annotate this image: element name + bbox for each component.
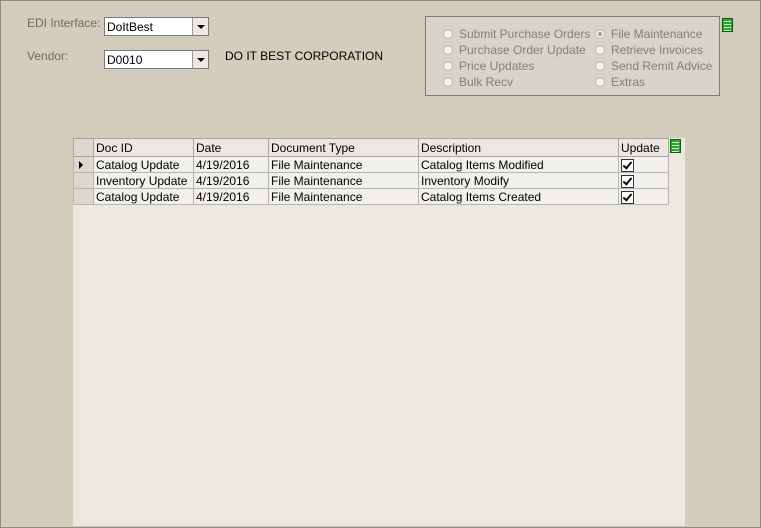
table-row[interactable]: Inventory Update 4/19/2016 File Maintena… (73, 172, 669, 189)
column-header-date[interactable]: Date (193, 138, 269, 157)
cell-doc-id[interactable]: Catalog Update (93, 156, 194, 173)
radio-retrieve-invoices[interactable]: Retrieve Invoices (595, 42, 703, 58)
radio-submit-purchase-orders[interactable]: Submit Purchase Orders (443, 26, 590, 42)
table-row[interactable]: Catalog Update 4/19/2016 File Maintenanc… (73, 156, 669, 173)
cell-description[interactable]: Inventory Modify (418, 172, 619, 189)
column-header-update[interactable]: Update (618, 138, 669, 157)
current-row-arrow-icon (79, 160, 83, 169)
vendor-label: Vendor: (27, 49, 69, 63)
vendor-value: D0010 (107, 53, 143, 67)
cell-document-type[interactable]: File Maintenance (268, 188, 419, 205)
row-selector-header (73, 138, 94, 157)
edi-interface-label: EDI Interface: (27, 16, 101, 30)
radio-indicator (443, 61, 453, 71)
vendor-dropdown[interactable]: D0010 (104, 50, 209, 69)
radio-bulk-recv[interactable]: Bulk Recv (443, 74, 513, 90)
radio-price-updates[interactable]: Price Updates (443, 58, 534, 74)
operation-options-panel: Submit Purchase Orders Purchase Order Up… (425, 16, 720, 96)
cell-update[interactable] (618, 172, 669, 189)
edi-interface-dropdown[interactable]: DoItBest (104, 17, 209, 36)
update-checkbox[interactable] (621, 174, 634, 188)
radio-file-maintenance[interactable]: File Maintenance (595, 26, 702, 42)
cell-description[interactable]: Catalog Items Modified (418, 156, 619, 173)
row-selector[interactable] (73, 172, 94, 189)
radio-indicator (443, 77, 453, 87)
column-header-doc-id[interactable]: Doc ID (93, 138, 194, 157)
column-chooser-icon[interactable] (722, 18, 733, 32)
cell-date[interactable]: 4/19/2016 (193, 172, 269, 189)
cell-update[interactable] (618, 156, 669, 173)
radio-indicator (595, 29, 605, 39)
column-chooser-icon[interactable] (670, 139, 681, 153)
grid-header-row: Doc ID Date Document Type Description Up… (73, 138, 669, 157)
update-checkbox[interactable] (621, 158, 634, 172)
radio-purchase-order-update[interactable]: Purchase Order Update (443, 42, 586, 58)
radio-indicator (443, 45, 453, 55)
radio-indicator (595, 77, 605, 87)
chevron-down-icon[interactable] (192, 18, 208, 35)
chevron-down-icon[interactable] (192, 51, 208, 68)
radio-indicator (443, 29, 453, 39)
cell-date[interactable]: 4/19/2016 (193, 188, 269, 205)
table-row[interactable]: Catalog Update 4/19/2016 File Maintenanc… (73, 188, 669, 205)
documents-grid: Doc ID Date Document Type Description Up… (73, 138, 669, 205)
cell-doc-id[interactable]: Catalog Update (93, 188, 194, 205)
cell-update[interactable] (618, 188, 669, 205)
row-selector[interactable] (73, 188, 94, 205)
radio-extras[interactable]: Extras (595, 74, 645, 90)
edi-interface-value: DoItBest (107, 20, 154, 34)
cell-date[interactable]: 4/19/2016 (193, 156, 269, 173)
radio-indicator (595, 45, 605, 55)
cell-description[interactable]: Catalog Items Created (418, 188, 619, 205)
cell-document-type[interactable]: File Maintenance (268, 156, 419, 173)
radio-indicator (595, 61, 605, 71)
cell-doc-id[interactable]: Inventory Update (93, 172, 194, 189)
row-selector[interactable] (73, 156, 94, 173)
update-checkbox[interactable] (621, 190, 634, 204)
column-header-document-type[interactable]: Document Type (268, 138, 419, 157)
column-header-description[interactable]: Description (418, 138, 619, 157)
radio-send-remit-advice[interactable]: Send Remit Advice (595, 58, 712, 74)
vendor-name: DO IT BEST CORPORATION (225, 49, 384, 63)
cell-document-type[interactable]: File Maintenance (268, 172, 419, 189)
